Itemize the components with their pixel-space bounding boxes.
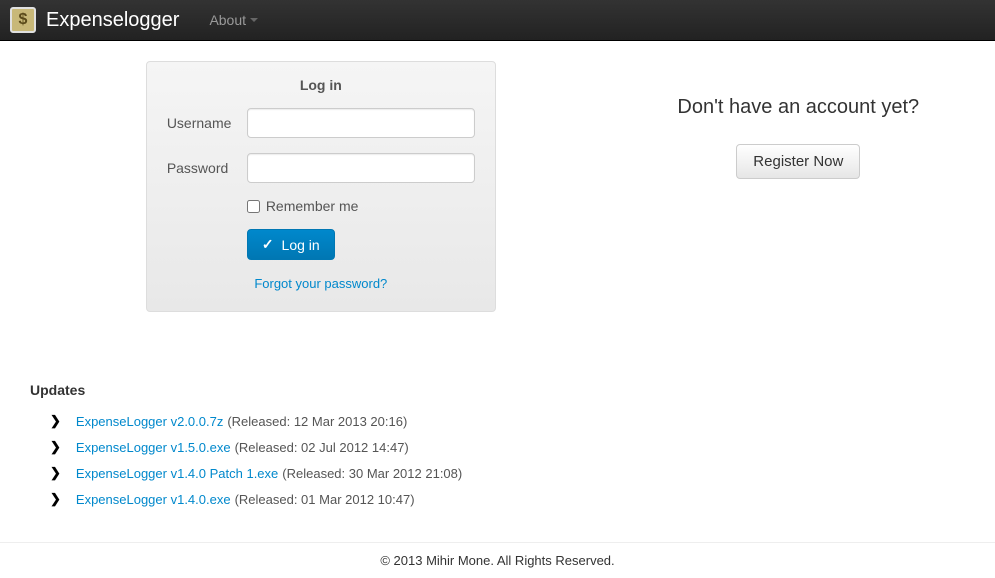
username-label: Username — [167, 115, 247, 131]
update-meta: (Released: 01 Mar 2012 10:47) — [235, 492, 415, 507]
password-input[interactable] — [247, 153, 475, 183]
login-button[interactable]: ✓ Log in — [247, 229, 335, 260]
updates-title: Updates — [30, 382, 965, 398]
list-item: ❯ ExpenseLogger v1.4.0.exe (Released: 01… — [50, 491, 965, 507]
chevron-right-icon: ❯ — [50, 465, 61, 481]
update-meta: (Released: 02 Jul 2012 14:47) — [235, 440, 409, 455]
check-icon: ✓ — [262, 236, 274, 253]
update-meta: (Released: 30 Mar 2012 21:08) — [282, 466, 462, 481]
list-item: ❯ ExpenseLogger v2.0.0.7z (Released: 12 … — [50, 413, 965, 429]
chevron-right-icon: ❯ — [50, 439, 61, 455]
navbar: $ Expenselogger About — [0, 0, 995, 41]
forgot-password-link[interactable]: Forgot your password? — [254, 276, 387, 291]
password-label: Password — [167, 160, 247, 176]
footer: © 2013 Mihir Mone. All Rights Reserved. — [0, 542, 995, 578]
chevron-right-icon: ❯ — [50, 491, 61, 507]
register-button[interactable]: Register Now — [736, 144, 860, 179]
chevron-right-icon: ❯ — [50, 413, 61, 429]
main-content: Log in Username Password Remember me ✓ — [10, 41, 985, 527]
brand-icon: $ — [10, 7, 36, 33]
login-title: Log in — [167, 77, 475, 93]
update-link[interactable]: ExpenseLogger v1.5.0.exe — [76, 440, 231, 455]
remember-checkbox[interactable] — [247, 200, 260, 213]
login-button-label: Log in — [282, 237, 320, 253]
list-item: ❯ ExpenseLogger v1.4.0 Patch 1.exe (Rele… — [50, 465, 965, 481]
update-link[interactable]: ExpenseLogger v1.4.0 Patch 1.exe — [76, 466, 278, 481]
register-heading: Don't have an account yet? — [622, 96, 975, 119]
about-menu[interactable]: About — [209, 12, 258, 28]
update-meta: (Released: 12 Mar 2013 20:16) — [227, 414, 407, 429]
username-input[interactable] — [247, 108, 475, 138]
remember-label: Remember me — [266, 198, 359, 214]
updates-section: Updates ❯ ExpenseLogger v2.0.0.7z (Relea… — [20, 382, 975, 507]
list-item: ❯ ExpenseLogger v1.5.0.exe (Released: 02… — [50, 439, 965, 455]
about-label: About — [209, 12, 246, 28]
updates-list: ❯ ExpenseLogger v2.0.0.7z (Released: 12 … — [30, 413, 965, 507]
chevron-down-icon — [250, 18, 258, 22]
update-link[interactable]: ExpenseLogger v1.4.0.exe — [76, 492, 231, 507]
update-link[interactable]: ExpenseLogger v2.0.0.7z — [76, 414, 223, 429]
login-form: Log in Username Password Remember me ✓ — [146, 61, 496, 312]
brand-title[interactable]: Expenselogger — [46, 9, 179, 32]
